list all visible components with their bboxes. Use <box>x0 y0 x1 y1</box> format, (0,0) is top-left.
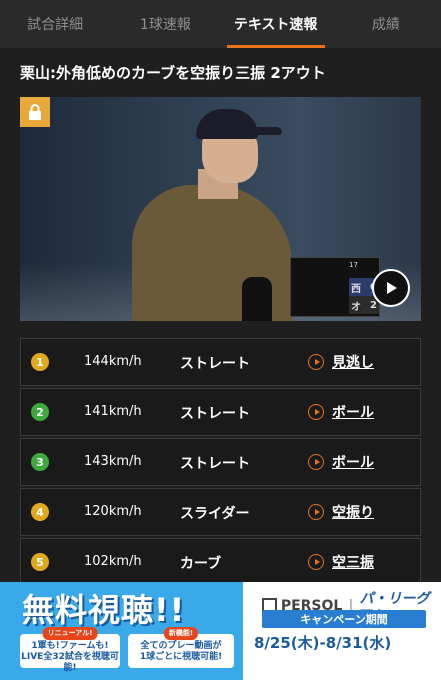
play-circle-icon <box>308 504 324 520</box>
promo-banner[interactable]: 無料視聴!! リニューアル! 1軍も!ファームも! LIVE全32試合を視聴可能… <box>0 582 441 680</box>
inning-label: 17 <box>349 261 358 269</box>
pitch-speed: 144km/h <box>84 354 142 369</box>
tab-text-updates[interactable]: テキスト速報 <box>221 0 331 48</box>
team-abbr: 西 <box>351 283 361 295</box>
pitch-result[interactable]: ボール <box>332 402 374 422</box>
pitch-type: ストレート <box>180 456 250 472</box>
promo-box-tag: 新機能! <box>163 627 199 640</box>
pitch-number-badge: 4 <box>31 503 49 521</box>
play-circle-icon <box>308 404 324 420</box>
pitch-video-link[interactable]: 空三振 <box>308 552 374 572</box>
play-circle-icon <box>308 454 324 470</box>
pitch-row: 2 141km/h ストレート ボール <box>20 388 421 436</box>
pitch-number-badge: 2 <box>31 403 49 421</box>
team-abbr: オ <box>351 301 361 313</box>
player-arm <box>242 277 272 321</box>
pitch-speed: 141km/h <box>84 404 142 419</box>
promo-banner-left: 無料視聴!! リニューアル! 1軍も!ファームも! LIVE全32試合を視聴可能… <box>0 582 243 680</box>
pitch-type: スライダー <box>180 506 250 522</box>
play-headline: 栗山:外角低めのカーブを空振り三振 2アウト <box>20 64 326 82</box>
promo-box-line: 1球ごとに視聴可能! <box>139 652 223 662</box>
pitch-result[interactable]: 空振り <box>332 502 374 522</box>
pitch-type: カーブ <box>180 556 222 572</box>
campaign-dates: 8/25(木)-8/31(水) <box>254 634 392 652</box>
score-overlay: 17 西 0 オ 2 <box>290 257 380 317</box>
video-player[interactable]: 17 西 0 オ 2 <box>20 97 421 321</box>
play-circle-icon <box>308 554 324 570</box>
pitch-speed: 102km/h <box>84 554 142 569</box>
pitch-row: 5 102km/h カーブ 空三振 <box>20 538 421 586</box>
pitch-row: 4 120km/h スライダー 空振り <box>20 488 421 536</box>
promo-box-line: LIVE全32試合を視聴可能! <box>21 652 119 673</box>
pitch-result[interactable]: 空三振 <box>332 552 374 572</box>
pitch-result[interactable]: ボール <box>332 452 374 472</box>
tab-game-detail[interactable]: 試合詳細 <box>0 0 110 48</box>
promo-title: 無料視聴!! <box>22 591 186 629</box>
pitch-speed: 120km/h <box>84 504 142 519</box>
pitch-row: 1 144km/h ストレート 見逃し <box>20 338 421 386</box>
promo-box-tag: リニューアル! <box>42 627 98 640</box>
play-circle-icon <box>308 354 324 370</box>
play-triangle <box>387 282 397 294</box>
pitch-result[interactable]: 見逃し <box>332 352 374 372</box>
pitch-video-link[interactable]: ボール <box>308 452 374 472</box>
team-score: 2 <box>370 299 377 311</box>
pitch-speed: 143km/h <box>84 454 142 469</box>
promo-box-feature: 新機能! 全てのプレー動画が 1球ごとに視聴可能! <box>128 627 234 668</box>
pitch-number-badge: 1 <box>31 353 49 371</box>
pitch-number-badge: 5 <box>31 553 49 571</box>
tab-stats[interactable]: 成績 <box>331 0 441 48</box>
pitch-video-link[interactable]: 空振り <box>308 502 374 522</box>
pitch-type: ストレート <box>180 406 250 422</box>
pitch-row: 3 143km/h ストレート ボール <box>20 438 421 486</box>
pitch-list: 1 144km/h ストレート 見逃し 2 141km/h ストレート ボール … <box>20 338 421 588</box>
campaign-label: キャンペーン期間 <box>262 610 426 628</box>
pitch-video-link[interactable]: 見逃し <box>308 352 374 372</box>
tab-bar: 試合詳細 1球速報 テキスト速報 成績 <box>0 0 441 48</box>
pitch-number-badge: 3 <box>31 453 49 471</box>
play-icon[interactable] <box>372 269 410 307</box>
promo-box-renewal: リニューアル! 1軍も!ファームも! LIVE全32試合を視聴可能! <box>20 627 120 673</box>
pitch-type: ストレート <box>180 356 250 372</box>
pitch-video-link[interactable]: ボール <box>308 402 374 422</box>
player-cap-bill <box>246 127 282 135</box>
tab-pitch-by-pitch[interactable]: 1球速報 <box>110 0 220 48</box>
lock-icon <box>20 97 50 127</box>
